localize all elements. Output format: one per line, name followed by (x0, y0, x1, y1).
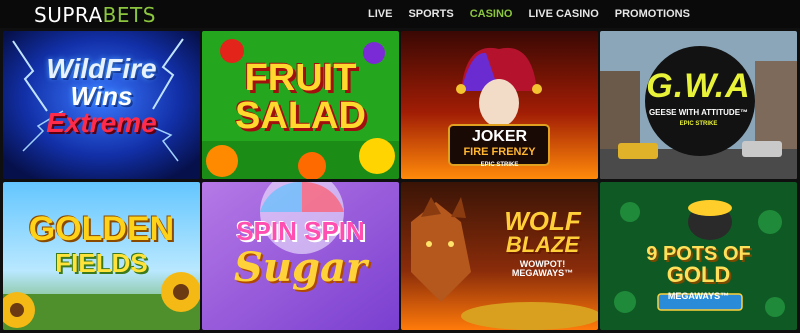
game-tile-gwa[interactable]: G.W.A GEESE WITH ATTITUDE™ EPIC STRIKE (600, 31, 797, 179)
epic-strike-badge: EPIC STRIKE (480, 162, 519, 168)
game-title: WildFire Wins Extreme (3, 55, 200, 137)
title-line-1: GOLDEN (28, 210, 175, 248)
game-tile-spin-spin-sugar[interactable]: SPIN SPIN Sugar (202, 182, 399, 330)
game-tile-joker-fire-frenzy[interactable]: JOKER FIRE FRENZY EPIC STRIKE (401, 31, 598, 179)
game-title: FRUIT SALAD (202, 59, 399, 135)
nav-live[interactable]: LIVE (360, 0, 400, 28)
subtitle: MEGAWAYS™ (667, 291, 730, 301)
game-title: WOLF BLAZE WOWPOT! MEGAWAYS™ (491, 208, 594, 278)
suprabets-logo[interactable]: SUPRABETS (34, 3, 156, 27)
top-navigation-bar: SUPRABETS LIVE SPORTS CASINO LIVE CASINO… (0, 0, 800, 28)
subtitle: WOWPOT! MEGAWAYS™ (511, 259, 574, 278)
nav-sports[interactable]: SPORTS (400, 0, 461, 28)
logo-text-bets: BETS (102, 3, 156, 27)
title-line-2: FIELDS (55, 248, 148, 278)
game-tile-fruit-salad[interactable]: FRUIT SALAD (202, 31, 399, 179)
title-line-1: SPIN SPIN (236, 216, 365, 246)
title-line-1: WildFire (46, 53, 157, 84)
title-line-1: FRUIT (244, 57, 357, 99)
game-title: G.W.A GEESE WITH ATTITUDE™ EPIC STRIKE (600, 69, 797, 127)
title-line-1: G.W.A (646, 67, 751, 105)
title-line-2: Sugar (234, 244, 367, 291)
title-line-2: BLAZE (505, 232, 580, 257)
title-line-1: JOKER (471, 128, 528, 145)
game-title: 9 POTS OF GOLD MEGAWAYS™ (600, 244, 797, 301)
subtitle: GEESE WITH ATTITUDE™ (648, 108, 749, 117)
game-tile-wildfire-wins-extreme[interactable]: WildFire Wins Extreme (3, 31, 200, 179)
game-title: JOKER FIRE FRENZY EPIC STRIKE (401, 128, 598, 169)
title-line-1: 9 POTS OF (646, 243, 751, 265)
game-tile-9-pots-of-gold[interactable]: 9 POTS OF GOLD MEGAWAYS™ (600, 182, 797, 330)
game-tile-wolf-blaze[interactable]: WOLF BLAZE WOWPOT! MEGAWAYS™ (401, 182, 598, 330)
logo-text-supra: SUPRA (34, 3, 103, 27)
title-line-2: FIRE FRENZY (463, 146, 536, 158)
main-nav: LIVE SPORTS CASINO LIVE CASINO PROMOTION… (360, 0, 698, 28)
title-line-2: GOLD (666, 262, 731, 287)
nav-promotions[interactable]: PROMOTIONS (607, 0, 698, 28)
epic-strike-badge: EPIC STRIKE (679, 121, 718, 127)
game-title: SPIN SPIN Sugar (202, 218, 399, 288)
game-title: GOLDEN FIELDS (3, 212, 200, 276)
title-line-2: Wins (70, 81, 133, 111)
nav-casino[interactable]: CASINO (462, 0, 521, 28)
game-grid: WildFire Wins Extreme FRUIT SALAD JOKER … (3, 31, 797, 331)
title-line-1: WOLF (504, 206, 581, 236)
title-line-2: SALAD (235, 95, 366, 137)
game-tile-golden-fields[interactable]: GOLDEN FIELDS (3, 182, 200, 330)
nav-live-casino[interactable]: LIVE CASINO (520, 0, 606, 28)
title-line-3: Extreme (46, 107, 157, 138)
